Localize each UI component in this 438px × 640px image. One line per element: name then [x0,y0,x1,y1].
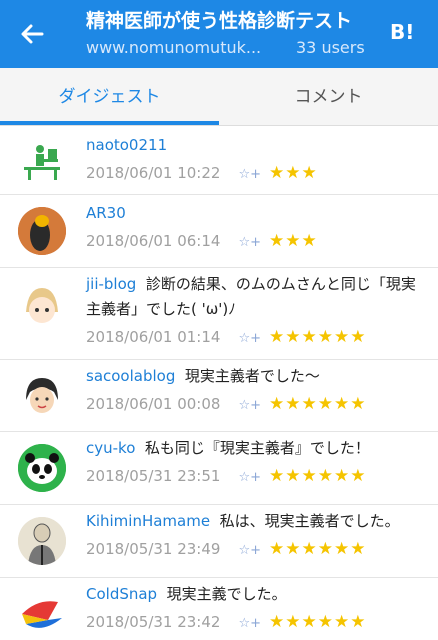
comment-username[interactable]: naoto0211 [86,136,167,154]
add-star-icon[interactable]: ☆+ [238,235,261,250]
comment-meta: 2018/06/01 10:22 ☆+ ★★★ [86,163,318,183]
add-star-icon[interactable]: ☆+ [238,331,261,346]
comment-date: 2018/05/31 23:49 [86,540,221,558]
add-star-icon[interactable]: ☆+ [238,398,261,413]
list-item[interactable]: KihiminHamame 私は、現実主義者でした。 2018/05/31 23… [0,505,438,578]
star-rating: ★★★★★★ [269,394,367,414]
avatar[interactable] [18,444,66,492]
page-title: 精神医師が使う性格診断テスト [86,10,353,32]
comment-meta: 2018/06/01 01:14 ☆+ ★★★★★★ [86,327,366,347]
star-rating: ★★★★★★ [269,612,367,632]
comment-text: 現実主義でした。 [166,585,287,603]
tab-bar: ダイジェスト コメント [0,68,438,126]
comment-text: 私は、現実主義者でした。 [219,512,400,530]
list-item[interactable]: AR30 2018/06/01 06:14 ☆+ ★★★ [0,195,438,268]
comment-username[interactable]: AR30 [86,204,126,222]
comment-username[interactable]: sacoolablog [86,367,175,385]
comment-date: 2018/06/01 06:14 [86,232,221,250]
hatena-bookmark-button[interactable]: B! [390,20,418,46]
comment-username[interactable]: cyu-ko [86,439,135,457]
comment-text: 診断の結果、のムのムさんと同じ「現実主義者」でした( 'ω')ﾉ [86,275,416,318]
avatar[interactable] [18,517,66,565]
comment-list: naoto0211 2018/06/01 10:22 ☆+ ★★★ AR30 201… [0,127,438,640]
comment-date: 2018/06/01 10:22 [86,164,221,182]
comment-username[interactable]: ColdSnap [86,585,157,603]
star-rating: ★★★ [269,231,318,251]
star-rating: ★★★★★★ [269,327,367,347]
back-arrow-icon[interactable] [18,20,46,48]
add-star-icon[interactable]: ☆+ [238,543,261,558]
comment-username[interactable]: KihiminHamame [86,512,210,530]
comment-meta: 2018/05/31 23:51 ☆+ ★★★★★★ [86,466,366,486]
comment-date: 2018/06/01 01:14 [86,328,221,346]
app-header: 精神医師が使う性格診断テスト www.nomunomutuk... 33 use… [0,0,438,68]
comment-date: 2018/06/01 00:08 [86,395,221,413]
comment-meta: 2018/06/01 06:14 ☆+ ★★★ [86,231,318,251]
tab-digest[interactable]: ダイジェスト [0,68,219,126]
list-item[interactable]: cyu-ko 私も同じ『現実主義者』でした！ 2018/05/31 23:51 ☆… [0,432,438,505]
tab-indicator [0,121,219,125]
add-star-icon[interactable]: ☆+ [238,470,261,485]
star-rating: ★★★★★★ [269,539,367,559]
star-rating: ★★★ [269,163,318,183]
comment-meta: 2018/06/01 00:08 ☆+ ★★★★★★ [86,394,366,414]
comment-date: 2018/05/31 23:51 [86,467,221,485]
entry-url[interactable]: www.nomunomutuk... [86,38,276,57]
comment-text: 現実主義者でした〜 [184,367,320,385]
avatar[interactable] [18,137,66,185]
comment-username[interactable]: jii-blog [86,275,136,293]
list-item[interactable]: sacoolablog 現実主義者でした〜 2018/06/01 00:08 ☆+… [0,360,438,432]
star-rating: ★★★★★★ [269,466,367,486]
entry-subtitle: www.nomunomutuk... 33 users [86,38,365,57]
comment-date: 2018/05/31 23:42 [86,613,221,631]
avatar[interactable] [18,207,66,255]
comment-meta: 2018/05/31 23:42 ☆+ ★★★★★★ [86,612,366,632]
add-star-icon[interactable]: ☆+ [238,616,261,631]
list-item[interactable]: naoto0211 2018/06/01 10:22 ☆+ ★★★ [0,127,438,195]
comment-meta: 2018/05/31 23:49 ☆+ ★★★★★★ [86,539,366,559]
user-count[interactable]: 33 users [296,38,365,57]
avatar[interactable] [18,282,66,330]
list-item[interactable]: jii-blog 診断の結果、のムのムさんと同じ「現実主義者」でした( 'ω')… [0,268,438,360]
comment-text: 私も同じ『現実主義者』でした！ [144,439,370,457]
list-item[interactable]: ColdSnap 現実主義でした。 2018/05/31 23:42 ☆+ ★★★★… [0,578,438,640]
tab-comments[interactable]: コメント [219,68,438,126]
avatar[interactable] [18,372,66,420]
add-star-icon[interactable]: ☆+ [238,167,261,182]
avatar[interactable] [18,590,66,638]
